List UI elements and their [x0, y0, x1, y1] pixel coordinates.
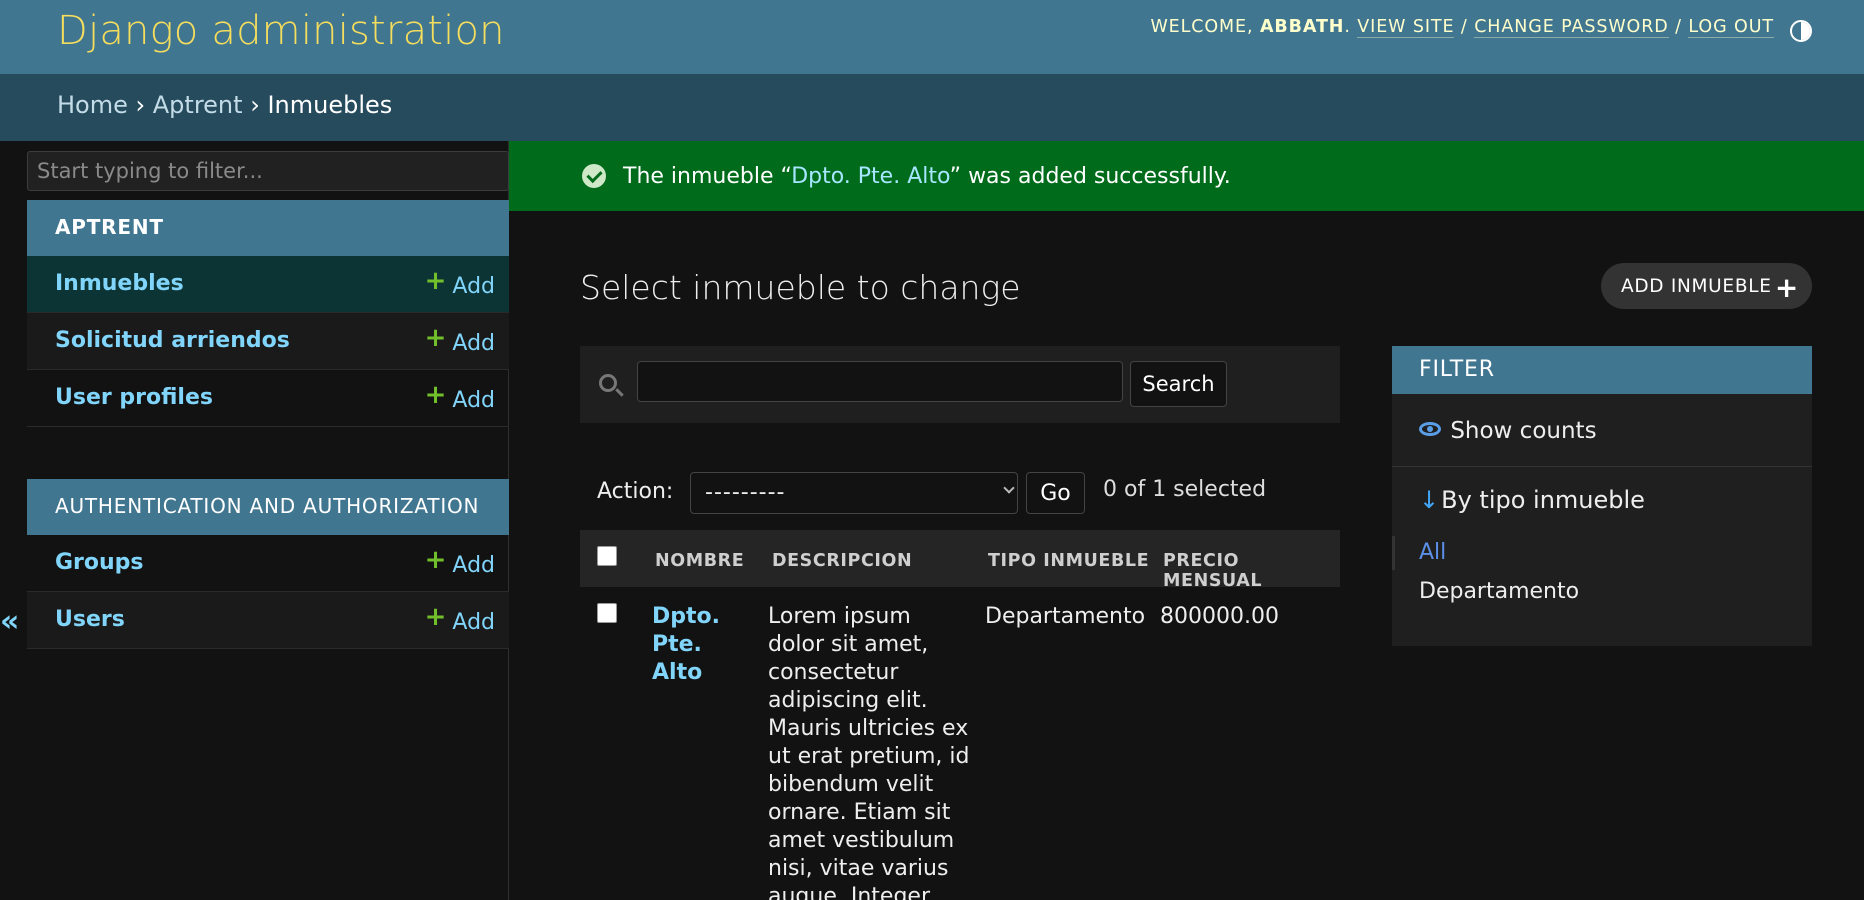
- table-row: Dpto. Pte. Alto Lorem ipsum dolor sit am…: [580, 587, 1340, 900]
- success-message: The inmueble “Dpto. Pte. Alto” was added…: [509, 141, 1864, 211]
- sidebar-item-inmuebles: Inmuebles + Add: [27, 256, 509, 313]
- filter-by-tipo-inmueble[interactable]: ↓By tipo inmueble: [1419, 486, 1645, 514]
- sidebar-item-label[interactable]: Solicitud arriendos: [55, 328, 290, 353]
- column-header-tipo-inmueble[interactable]: TIPO INMUEBLE: [988, 551, 1149, 571]
- breadcrumb-sep: ›: [135, 91, 146, 119]
- selected-filter-indicator: [1392, 536, 1395, 570]
- log-out-link[interactable]: LOG OUT: [1688, 17, 1774, 38]
- column-header-precio-mensual[interactable]: PRECIO MENSUAL: [1163, 551, 1340, 591]
- user-tools: WELCOME, ABBATH. VIEW SITE / CHANGE PASS…: [1150, 17, 1774, 38]
- header: Django administration WELCOME, ABBATH. V…: [0, 0, 1864, 74]
- action-label: Action:: [597, 479, 674, 504]
- go-button[interactable]: Go: [1026, 472, 1085, 514]
- add-plus-icon: +: [424, 545, 447, 575]
- eye-icon: [1419, 422, 1441, 436]
- divider: [1392, 466, 1812, 467]
- column-header-nombre[interactable]: NOMBRE: [655, 551, 744, 571]
- add-plus-icon: +: [424, 602, 447, 632]
- sidebar-item-user-profiles: User profiles + Add: [27, 370, 509, 427]
- sidebar-item-label[interactable]: Groups: [55, 550, 144, 575]
- site-branding[interactable]: Django administration: [57, 8, 505, 54]
- breadcrumb-app[interactable]: Aptrent: [153, 91, 243, 119]
- filter-option-all[interactable]: All: [1419, 540, 1446, 565]
- message-object-link[interactable]: Dpto. Pte. Alto: [791, 164, 949, 189]
- sidebar-collapse-button[interactable]: «: [0, 604, 19, 639]
- row-tipo-inmueble: Departamento: [985, 604, 1146, 629]
- app-caption-aptrent[interactable]: APTRENT: [27, 200, 509, 256]
- chevron-down-icon: [1003, 482, 1015, 494]
- row-checkbox[interactable]: [597, 603, 617, 623]
- add-group-link[interactable]: + Add: [425, 545, 495, 579]
- welcome-text: WELCOME,: [1150, 17, 1260, 37]
- change-password-link[interactable]: CHANGE PASSWORD: [1474, 17, 1669, 38]
- view-site-link[interactable]: VIEW SITE: [1357, 17, 1455, 38]
- add-user-profile-link[interactable]: + Add: [425, 380, 495, 414]
- search-input[interactable]: [637, 361, 1123, 402]
- search-toolbar: Search: [580, 346, 1340, 423]
- actions-bar: Action: --------- Go 0 of 1 selected: [580, 460, 1340, 520]
- breadcrumb-current: Inmuebles: [267, 91, 393, 119]
- select-all-checkbox[interactable]: [597, 546, 617, 566]
- sidebar-item-solicitud-arriendos: Solicitud arriendos + Add: [27, 313, 509, 370]
- search-button[interactable]: Search: [1130, 361, 1227, 407]
- page-title: Select inmueble to change: [580, 268, 1021, 307]
- search-icon: [599, 374, 617, 392]
- app-caption-auth[interactable]: AUTHENTICATION AND AUTHORIZATION: [27, 479, 509, 535]
- table-header: NOMBRE DESCRIPCION TIPO INMUEBLE PRECIO …: [580, 530, 1340, 591]
- separator: /: [1460, 17, 1468, 37]
- breadcrumb: Home › Aptrent › Inmuebles: [0, 74, 1864, 141]
- selected-count: 0 of 1 selected: [1103, 477, 1267, 502]
- breadcrumb-sep: ›: [250, 91, 260, 119]
- theme-toggle-icon[interactable]: [1790, 20, 1812, 42]
- add-user-link[interactable]: + Add: [425, 602, 495, 636]
- success-check-icon: [582, 164, 606, 188]
- add-plus-icon: +: [424, 380, 447, 410]
- separator: /: [1675, 17, 1682, 37]
- message-text: The inmueble “Dpto. Pte. Alto” was added…: [623, 164, 1231, 189]
- add-inmueble-button[interactable]: ADD INMUEBLE +: [1601, 263, 1812, 309]
- sidebar-item-label[interactable]: User profiles: [55, 385, 213, 410]
- sidebar-item-label[interactable]: Users: [55, 607, 125, 632]
- breadcrumb-home[interactable]: Home: [57, 91, 128, 119]
- nav-sidebar: APTRENT Inmuebles +Add Solicitud arriend…: [27, 141, 509, 900]
- show-counts-link[interactable]: Show counts: [1419, 418, 1597, 444]
- sidebar-item-users: Users + Add: [27, 592, 509, 649]
- filter-panel: FILTER Show counts ↓By tipo inmueble All…: [1392, 346, 1812, 646]
- sort-down-arrow-icon: ↓: [1419, 486, 1440, 514]
- add-solicitud-link[interactable]: + Add: [425, 323, 495, 357]
- row-precio-mensual: 800000.00: [1160, 604, 1279, 629]
- nav-filter-input[interactable]: [27, 151, 509, 191]
- column-header-descripcion[interactable]: DESCRIPCION: [772, 551, 912, 571]
- add-plus-icon: +: [1774, 271, 1799, 304]
- sidebar-item-label[interactable]: Inmuebles: [55, 271, 184, 296]
- filter-title: FILTER: [1392, 346, 1812, 394]
- row-descripcion: Lorem ipsum dolor sit amet, consectetur …: [768, 604, 970, 900]
- add-inmueble-link[interactable]: + Add: [425, 266, 495, 300]
- add-plus-icon: +: [424, 266, 447, 296]
- username: ABBATH: [1259, 17, 1345, 37]
- add-plus-icon: +: [424, 323, 447, 353]
- action-select[interactable]: ---------: [690, 472, 1018, 514]
- row-nombre-link[interactable]: Dpto. Pte. Alto: [652, 603, 720, 687]
- sidebar-item-groups: Groups + Add: [27, 535, 509, 592]
- filter-option-departamento[interactable]: Departamento: [1419, 579, 1579, 604]
